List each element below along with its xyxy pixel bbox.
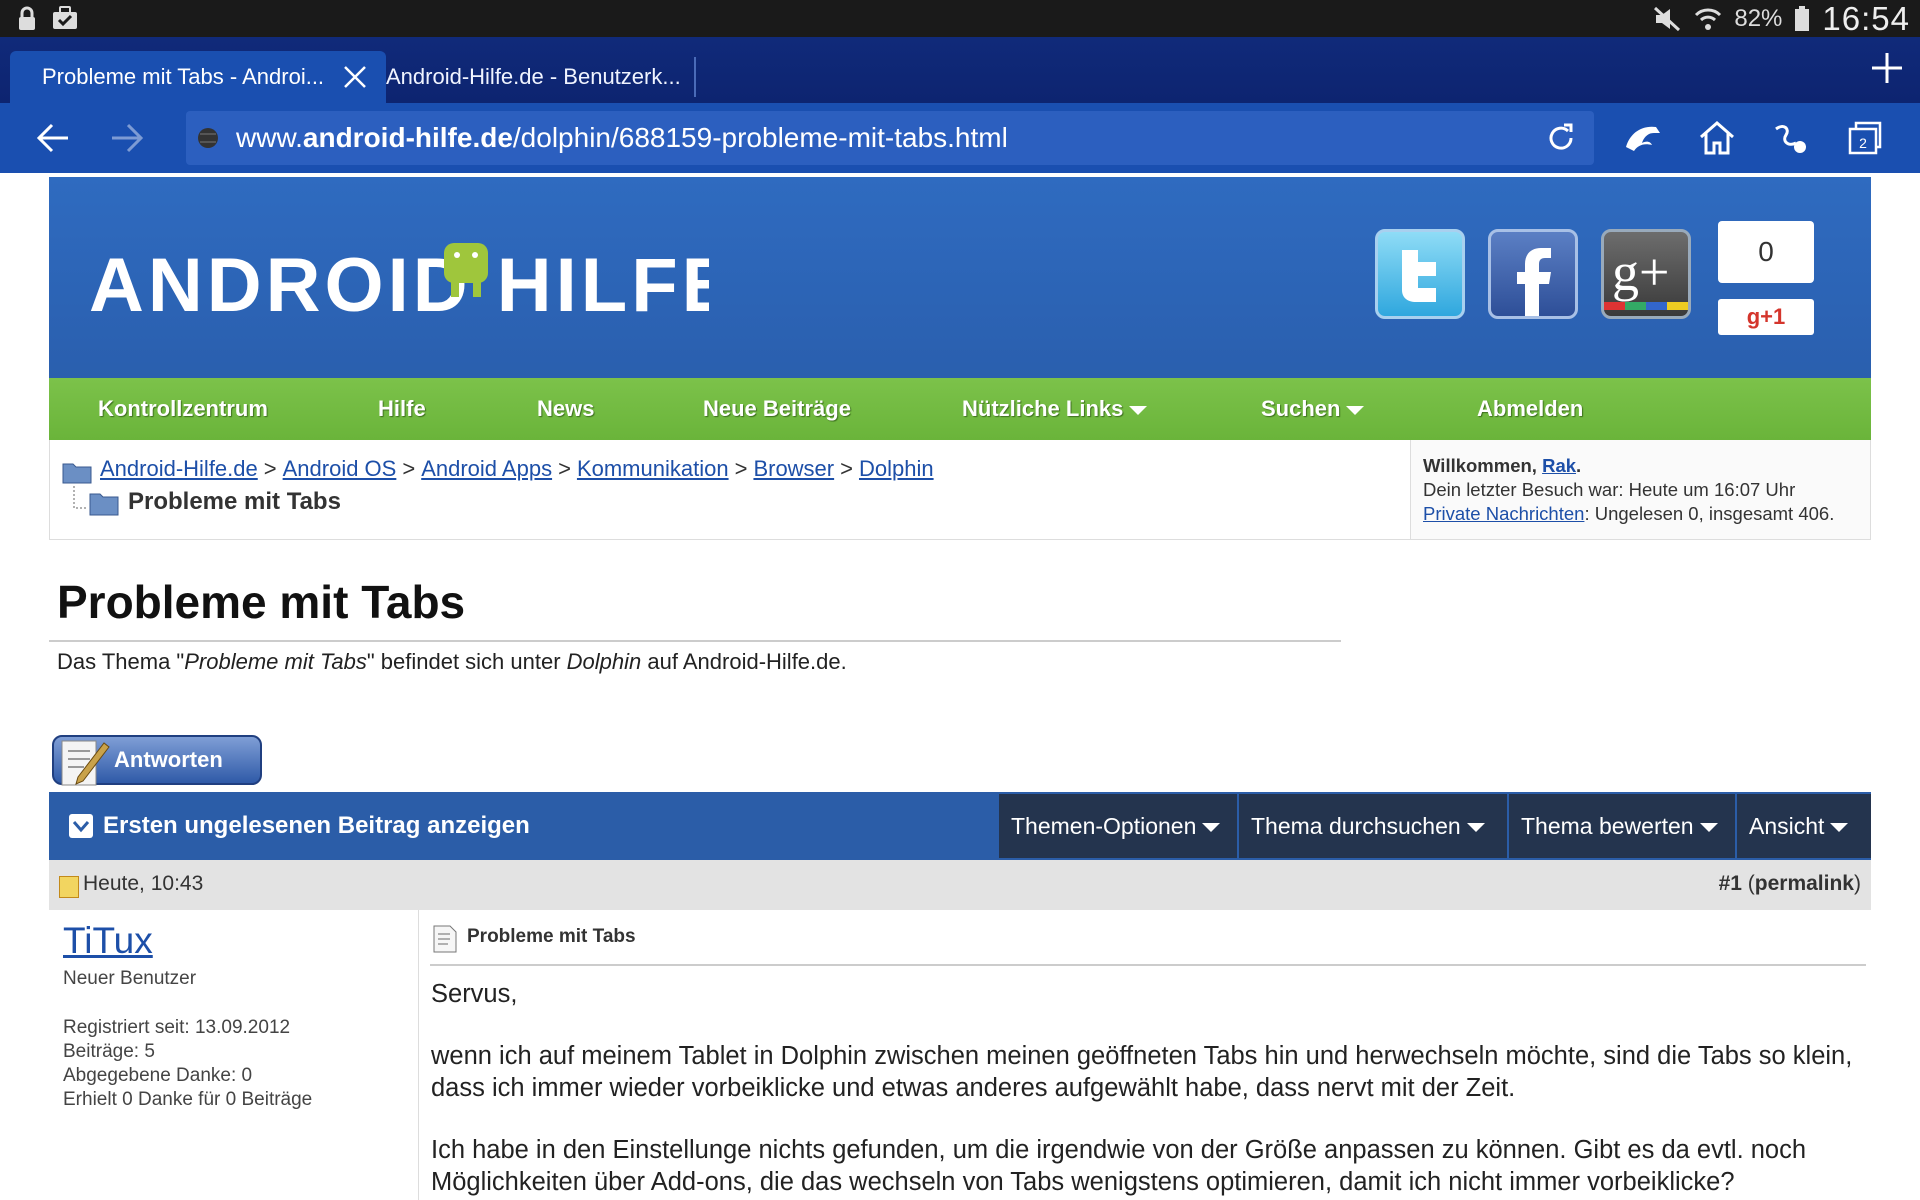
new-tab-icon[interactable] — [1870, 51, 1904, 85]
twitter-icon[interactable] — [1375, 229, 1465, 319]
author-rank: Neuer Benutzer — [63, 968, 197, 989]
post-status-icon — [59, 876, 79, 898]
reply-button[interactable]: Antworten — [52, 735, 262, 786]
page-title: Probleme mit Tabs — [57, 576, 466, 628]
tabs-overview-icon[interactable]: 2 — [1844, 117, 1886, 159]
nav-news[interactable]: News — [537, 378, 594, 440]
reply-pencil-icon — [61, 740, 110, 786]
facebook-icon[interactable] — [1488, 229, 1578, 319]
chevron-down-icon — [1699, 823, 1718, 833]
site-header: ANDROID HILFE g+ 0 g+1 — [49, 177, 1871, 378]
svg-text:ANDROID HILFE: ANDROID HILFE — [89, 243, 709, 328]
nav-kontrollzentrum[interactable]: Kontrollzentrum — [98, 378, 268, 440]
briefcase-check-icon — [53, 6, 77, 29]
chevron-down-icon — [1129, 405, 1148, 415]
battery-icon — [1795, 5, 1810, 31]
browser-tab-bar: Probleme mit Tabs - Androi... Android-Hi… — [0, 37, 1920, 103]
author-link[interactable]: TiTux — [63, 920, 153, 962]
thread-description: Das Thema "Probleme mit Tabs" befindet s… — [57, 649, 847, 674]
folder-icon — [62, 463, 92, 484]
nav-nuetzliche-links[interactable]: Nützliche Links — [962, 378, 1148, 440]
wifi-icon — [1695, 8, 1722, 30]
breadcrumb-current: Probleme mit Tabs — [128, 488, 341, 515]
browser-toolbar: www.android-hilfe.de/dolphin/688159-prob… — [0, 103, 1920, 173]
back-icon[interactable] — [32, 117, 74, 159]
nav-neue-beitraege[interactable]: Neue Beiträge — [703, 378, 851, 440]
chevron-down-icon — [1466, 823, 1485, 833]
svg-text:2: 2 — [1859, 135, 1867, 151]
breadcrumb-dolphin[interactable]: Dolphin — [859, 456, 934, 481]
welcome-panel: Willkommen, Rak. Dein letzter Besuch war… — [1410, 440, 1871, 540]
document-icon — [433, 925, 457, 953]
site-logo[interactable]: ANDROID HILFE — [89, 215, 709, 335]
status-bar: 82% 16:54 — [0, 0, 1920, 37]
breadcrumb-kommunikation[interactable]: Kommunikation — [577, 456, 729, 481]
thread-toolbar: Ersten ungelesenen Beitrag anzeigen Them… — [49, 792, 1871, 860]
google-plus-icon[interactable]: g+ — [1601, 229, 1691, 319]
chevron-down-icon — [1346, 405, 1365, 415]
plus-one-button[interactable]: g+1 — [1718, 299, 1814, 335]
battery-percent: 82% — [1734, 4, 1783, 32]
home-icon[interactable] — [1696, 117, 1738, 159]
gesture-icon[interactable] — [1770, 117, 1812, 159]
post-title: Probleme mit Tabs — [467, 926, 636, 947]
breadcrumb: Android-Hilfe.de > Android OS > Android Apps… — [49, 440, 1411, 540]
post-text: Servus, wenn ich auf meinem Tablet in Do… — [431, 980, 1853, 1196]
close-tab-icon[interactable] — [342, 64, 368, 90]
nav-hilfe[interactable]: Hilfe — [378, 378, 426, 440]
lock-icon — [19, 6, 35, 30]
tab-title: Probleme mit Tabs - Androi... — [42, 64, 325, 89]
breadcrumb-links: Android-Hilfe.de > Android OS > Android Apps… — [100, 456, 934, 481]
tab-active[interactable]: Probleme mit Tabs - Androi... — [10, 51, 386, 103]
forward-icon[interactable] — [106, 117, 148, 159]
address-bar[interactable]: www.android-hilfe.de/dolphin/688159-prob… — [186, 111, 1594, 165]
post-author-panel: TiTux Neuer Benutzer Registriert seit: 1… — [49, 910, 419, 1200]
menu-thema-durchsuchen[interactable]: Thema durchsuchen — [1239, 794, 1507, 858]
divider — [430, 964, 1866, 966]
menu-thema-bewerten[interactable]: Thema bewerten — [1509, 794, 1735, 858]
site-favicon-icon — [198, 128, 218, 148]
chevron-down-icon — [1202, 823, 1221, 833]
dolphin-icon[interactable] — [1622, 117, 1664, 159]
post-date: Heute, 10:43 — [83, 872, 204, 895]
chevron-down-icon — [1830, 823, 1849, 833]
post-body: Probleme mit Tabs Servus, wenn ich auf m… — [420, 910, 1871, 1200]
main-nav: Kontrollzentrum Hilfe News Neue Beiträge… — [49, 378, 1871, 440]
reload-icon[interactable] — [1544, 121, 1578, 155]
breadcrumb-android-hilfe[interactable]: Android-Hilfe.de — [100, 456, 258, 481]
last-visit: Dein letzter Besuch war: Heute um 16:07 … — [1423, 479, 1796, 500]
thread-folder-icon — [73, 486, 119, 516]
post-header: Heute, 10:43 #1 (permalink) — [49, 860, 1871, 910]
tab-title: Android-Hilfe.de - Benutzerk... — [386, 64, 681, 89]
first-unread-link[interactable]: Ersten ungelesenen Beitrag anzeigen — [49, 792, 997, 860]
svg-text:g+: g+ — [1612, 242, 1669, 302]
breadcrumb-browser[interactable]: Browser — [753, 456, 834, 481]
plus-one-count: 0 — [1718, 221, 1814, 283]
welcome-greeting: Willkommen, — [1423, 455, 1537, 476]
divider — [49, 640, 1341, 642]
user-link[interactable]: Rak — [1542, 455, 1576, 476]
checkbox-arrow-icon — [69, 814, 93, 838]
tab-inactive[interactable]: Android-Hilfe.de - Benutzerk... — [386, 51, 696, 103]
menu-themen-optionen[interactable]: Themen-Optionen — [999, 794, 1237, 858]
tab-separator — [694, 57, 696, 97]
clock: 16:54 — [1822, 0, 1910, 37]
web-page: ANDROID HILFE g+ 0 g+1 Kontrollzentrum H… — [0, 173, 1920, 1200]
url-text[interactable]: www.android-hilfe.de/dolphin/688159-prob… — [236, 122, 1008, 154]
breadcrumb-android-apps[interactable]: Android Apps — [421, 456, 552, 481]
mute-icon — [1654, 6, 1681, 31]
author-stats: Registriert seit: 13.09.2012 Beiträge: 5… — [63, 1017, 313, 1110]
post-permalink[interactable]: #1 (permalink) — [1719, 872, 1861, 896]
breadcrumb-android-os[interactable]: Android OS — [283, 456, 397, 481]
menu-ansicht[interactable]: Ansicht — [1737, 794, 1871, 858]
nav-abmelden[interactable]: Abmelden — [1477, 378, 1583, 440]
nav-suchen[interactable]: Suchen — [1261, 378, 1365, 440]
private-messages-link[interactable]: Private Nachrichten — [1423, 503, 1584, 524]
pm-status: : Ungelesen 0, insgesamt 406. — [1584, 503, 1835, 524]
